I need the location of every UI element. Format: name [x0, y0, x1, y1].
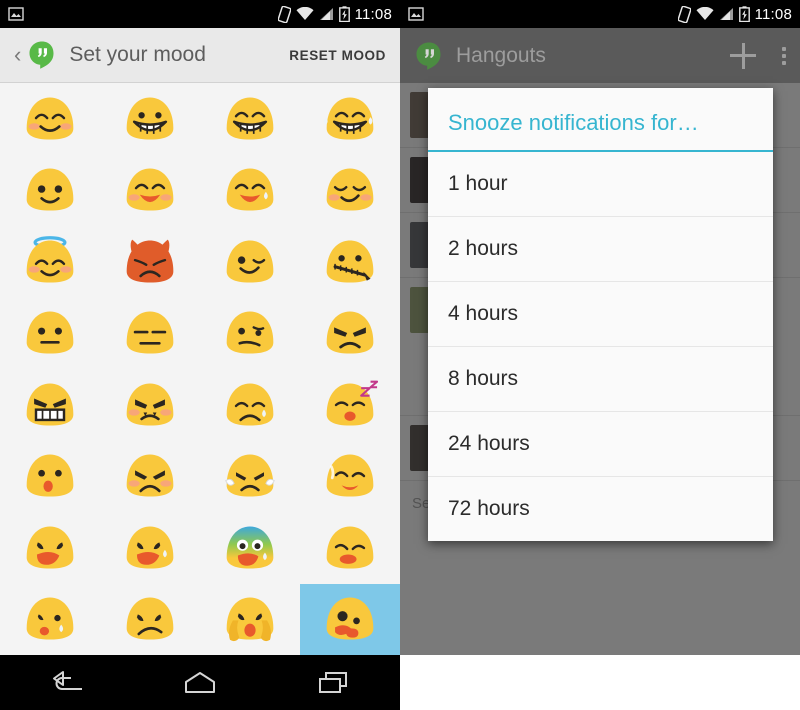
add-icon[interactable] [730, 42, 756, 69]
emoji-pouting-fangs[interactable] [100, 369, 200, 441]
snooze-option-8-hours[interactable]: 8 hours [428, 347, 773, 412]
emoji-open-mouth-smile-blush[interactable] [100, 155, 200, 227]
emoji-crying-steam[interactable] [200, 441, 300, 513]
back-icon[interactable] [32, 663, 102, 703]
emoji-grin-squint[interactable] [200, 83, 300, 155]
emoji-weary-tired[interactable] [300, 441, 400, 513]
home-icon[interactable] [165, 663, 235, 703]
emoji-sleeping-zzz[interactable] [300, 369, 400, 441]
screenshot-icon [8, 7, 24, 21]
device-screenshot: 11:08 ‹ Set your mood RESET MOOD 11:08 H… [0, 0, 800, 710]
emoji-confused-face[interactable] [200, 298, 300, 370]
status-bar-clock: 11:08 [354, 5, 392, 23]
rotation-lock-icon [277, 5, 291, 23]
emoji-frowning-face[interactable] [100, 584, 200, 656]
snooze-option-4-hours[interactable]: 4 hours [428, 282, 773, 347]
emoji-open-mouth-smile-sweat[interactable] [200, 155, 300, 227]
emoji-disappointed-relieved[interactable] [300, 512, 400, 584]
emoji-screaming-fear[interactable] [200, 512, 300, 584]
set-mood-action-bar: ‹ Set your mood RESET MOOD [0, 28, 400, 83]
emoji-wink-smile-blush[interactable] [300, 155, 400, 227]
reset-mood-button[interactable]: RESET MOOD [289, 48, 386, 63]
emoji-expressionless-face[interactable] [100, 298, 200, 370]
emoji-devil-horns[interactable] [100, 226, 200, 298]
snooze-option-1-hour[interactable]: 1 hour [428, 152, 773, 217]
emoji-neutral-face[interactable] [0, 298, 100, 370]
status-bar-right-right-icons: 11:08 [677, 5, 792, 23]
emoji-confused-tongue[interactable] [300, 583, 400, 655]
emoji-blush-smile[interactable] [0, 83, 100, 155]
emoji-grin-tears-joy[interactable] [300, 83, 400, 155]
back-chevron-icon[interactable]: ‹ [14, 44, 21, 66]
emoji-winking-face[interactable] [200, 226, 300, 298]
left-phone-panel: 11:08 ‹ Set your mood RESET MOOD [0, 0, 400, 710]
cellular-signal-icon [319, 8, 333, 20]
snooze-option-2-hours[interactable]: 2 hours [428, 217, 773, 282]
recents-icon[interactable] [298, 663, 368, 703]
emoji-slight-smile[interactable] [0, 155, 100, 227]
emoji-zipper-mouth[interactable] [300, 226, 400, 298]
status-bar-clock: 11:08 [754, 5, 792, 23]
emoji-persevering-face[interactable] [100, 441, 200, 513]
emoji-scream-hands[interactable] [200, 584, 300, 656]
emoji-anguished-open[interactable] [0, 512, 100, 584]
snooze-option-24-hours[interactable]: 24 hours [428, 412, 773, 477]
battery-charging-icon [738, 6, 750, 22]
status-bar-left-icons [8, 6, 24, 22]
snooze-option-72-hours[interactable]: 72 hours [428, 477, 773, 541]
hangouts-logo-icon [27, 40, 57, 70]
action-bar-icons [730, 42, 786, 69]
status-bar-right: 11:08 [400, 0, 800, 28]
emoji-crying-face[interactable] [0, 584, 100, 656]
emoji-grid[interactable] [0, 83, 400, 655]
status-bar-left: 11:08 [0, 0, 400, 28]
hangouts-logo-icon [414, 41, 444, 71]
snooze-notifications-dialog: Snooze notifications for… 1 hour 2 hours 4… [428, 88, 773, 541]
wifi-icon [296, 7, 314, 20]
wifi-icon [696, 7, 714, 20]
emoji-angel-halo[interactable] [0, 226, 100, 298]
emoji-grin-teeth[interactable] [100, 83, 200, 155]
cellular-signal-icon [719, 8, 733, 20]
emoji-angry-face[interactable] [300, 298, 400, 370]
dialog-option-list[interactable]: 1 hour 2 hours 4 hours 8 hours 24 hours 72 ho… [428, 152, 773, 541]
page-title: Set your mood [69, 43, 206, 66]
overflow-menu-icon[interactable] [782, 46, 786, 65]
status-bar-right-icons: 11:08 [277, 5, 392, 23]
hangouts-action-bar: Hangouts [400, 28, 800, 83]
battery-charging-icon [338, 6, 350, 22]
right-phone-panel: 11:08 Hangouts w Tu [400, 0, 800, 710]
nav-bar-left [0, 655, 400, 710]
app-title: Hangouts [456, 43, 546, 67]
emoji-grimacing-angry[interactable] [0, 369, 100, 441]
dialog-title: Snooze notifications for… [428, 88, 773, 152]
emoji-whistling-face[interactable] [0, 441, 100, 513]
emoji-anguished-sweat[interactable] [100, 512, 200, 584]
status-bar-right-left-icons [408, 6, 424, 22]
rotation-lock-icon [677, 5, 691, 23]
emoji-sad-tear[interactable] [200, 369, 300, 441]
screenshot-icon [408, 7, 424, 21]
